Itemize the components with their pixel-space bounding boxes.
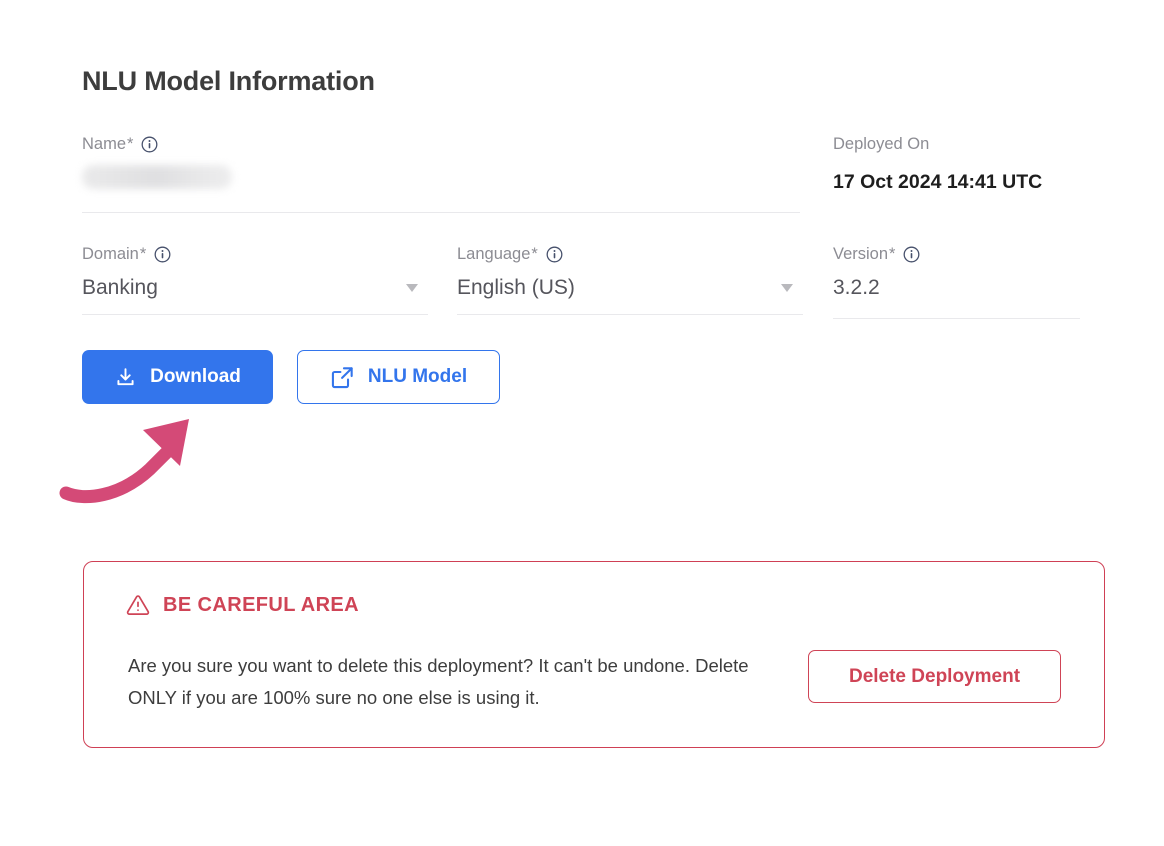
danger-zone-body-text: Are you sure you want to delete this dep… — [128, 655, 749, 708]
caret-down-icon[interactable] — [406, 284, 418, 292]
field-version-label-text: Version — [833, 244, 889, 263]
field-domain-underline — [82, 314, 428, 315]
field-language-label-text: Language — [457, 244, 531, 263]
info-circle-icon[interactable] — [546, 246, 563, 263]
field-version-required-marker: * — [889, 244, 896, 263]
danger-zone-heading: BE CAREFUL AREA — [163, 593, 360, 616]
nlu-model-button[interactable]: NLU Model — [297, 350, 500, 404]
curved-arrow-up-right-icon — [58, 405, 218, 510]
caret-down-icon[interactable] — [781, 284, 793, 292]
field-deployed-on-label-text: Deployed On — [833, 134, 930, 153]
danger-zone-header: BE CAREFUL AREA — [126, 593, 359, 617]
field-language-value[interactable]: English (US) — [457, 276, 575, 300]
external-link-icon — [330, 365, 355, 390]
info-circle-icon[interactable] — [154, 246, 171, 263]
field-domain-label: Domain * — [82, 243, 171, 265]
field-name: Name * — [82, 133, 158, 155]
info-circle-icon[interactable] — [141, 136, 158, 153]
download-icon — [114, 366, 137, 389]
nlu-model-button-label: NLU Model — [367, 366, 468, 387]
field-name-label-text: Name — [82, 134, 127, 153]
download-button[interactable]: Download — [82, 350, 273, 404]
field-version-label: Version * — [833, 243, 920, 265]
field-deployed-on-label: Deployed On — [833, 133, 929, 155]
danger-zone-panel: BE CAREFUL AREA Are you sure you want to… — [83, 561, 1105, 748]
page-title: NLU Model Information — [82, 66, 375, 96]
field-domain: Domain * Banking — [82, 243, 171, 299]
field-name-required-marker: * — [127, 134, 134, 153]
field-domain-value[interactable]: Banking — [82, 276, 158, 300]
field-domain-label-text: Domain — [82, 244, 139, 263]
field-version-underline — [833, 318, 1080, 319]
field-language-label: Language * — [457, 243, 563, 265]
delete-deployment-button[interactable]: Delete Deployment — [808, 650, 1061, 703]
nlu-model-information-page: NLU Model Information Name * Deployed On… — [0, 0, 1164, 846]
download-button-label: Download — [150, 366, 241, 387]
field-language: Language * English (US) — [457, 243, 575, 300]
field-name-underline — [82, 212, 800, 213]
field-version: Version * 3.2.2 — [833, 243, 920, 299]
field-language-required-marker: * — [531, 244, 538, 263]
field-deployed-on: Deployed On 17 Oct 2024 14:41 UTC — [833, 133, 1042, 194]
field-deployed-on-value: 17 Oct 2024 14:41 UTC — [833, 171, 1043, 193]
field-language-underline — [457, 314, 803, 315]
field-domain-required-marker: * — [139, 244, 147, 263]
info-circle-icon[interactable] — [903, 246, 920, 263]
field-name-value-redacted[interactable] — [82, 165, 232, 189]
field-name-label: Name * — [82, 133, 158, 155]
field-version-value: 3.2.2 — [833, 276, 880, 299]
delete-deployment-button-label: Delete Deployment — [848, 665, 1021, 687]
warning-triangle-icon — [126, 593, 150, 617]
